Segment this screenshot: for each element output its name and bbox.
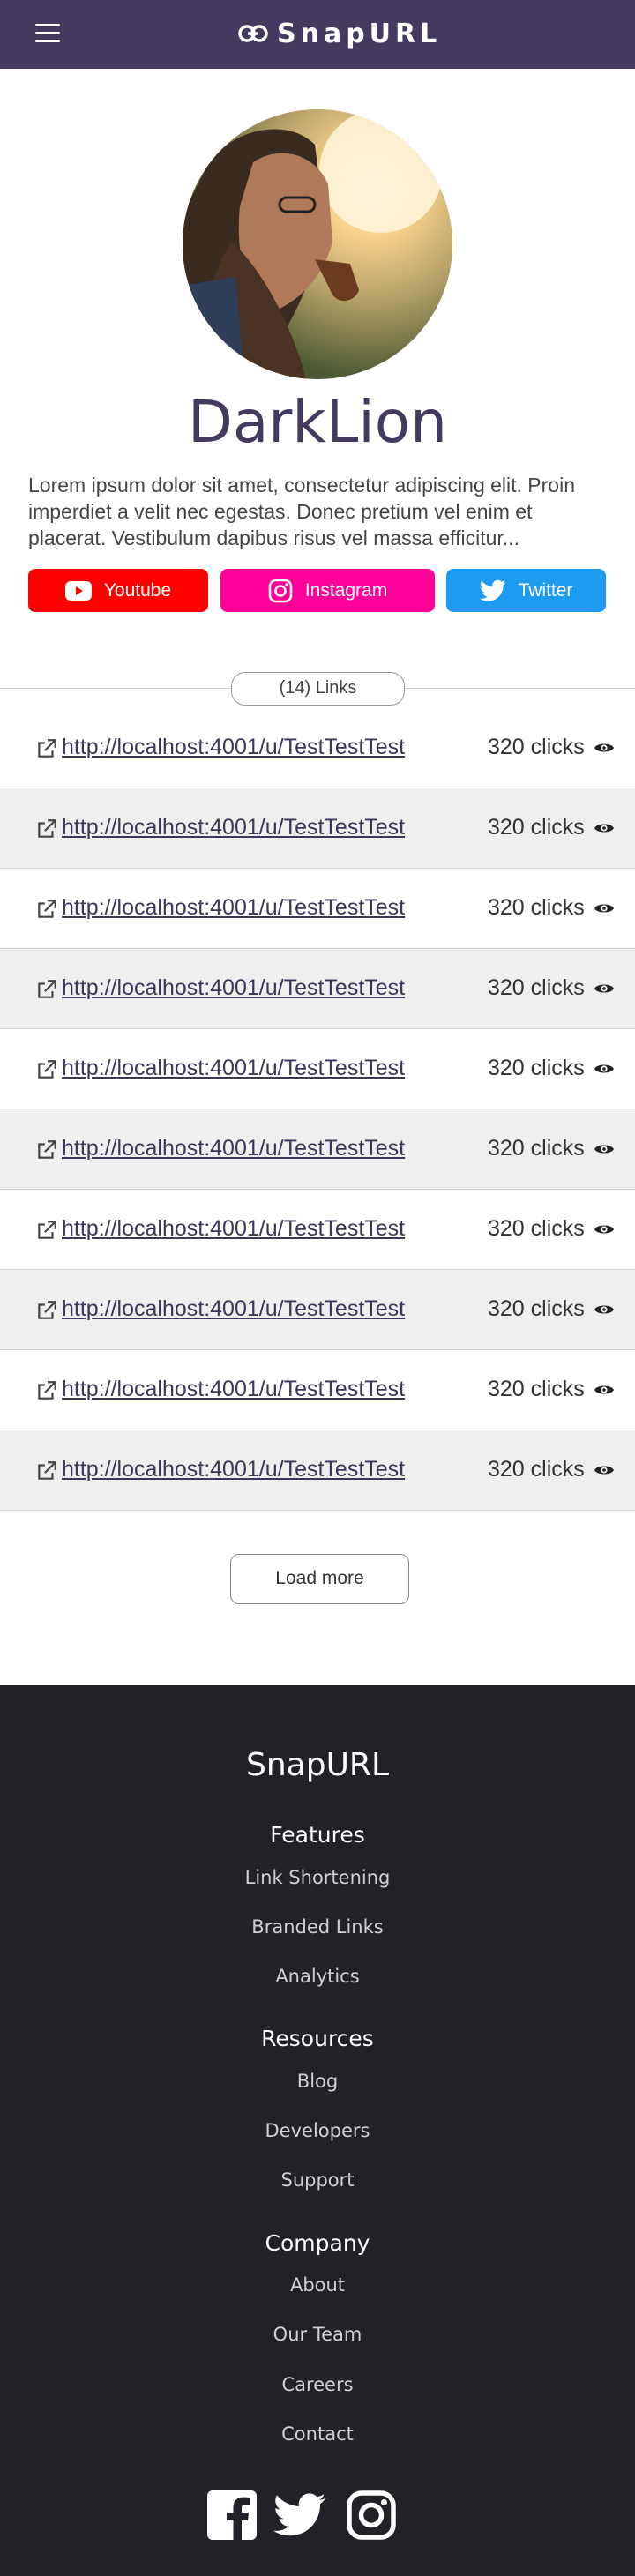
footer-link-analytics[interactable]: Analytics (0, 1966, 635, 1987)
footer-link-our-team[interactable]: Our Team (0, 2324, 635, 2345)
link-url[interactable]: http://localhost:4001/u/TestTestTest (62, 975, 405, 1001)
eye-icon (594, 1225, 614, 1234)
hamburger-menu-icon[interactable] (35, 24, 60, 43)
external-link-icon (38, 900, 56, 918)
youtube-label: Youtube (103, 579, 172, 601)
twitter-label: Twitter (518, 579, 573, 601)
link-clicks: 320 clicks (488, 895, 585, 920)
brand-name: SnapURL (277, 18, 442, 49)
profile-avatar (183, 109, 452, 379)
link-clicks: 320 clicks (488, 1457, 585, 1482)
brand-logo[interactable]: SnapURL (238, 16, 441, 51)
link-clicks: 320 clicks (488, 1056, 585, 1080)
link-row: http://localhost:4001/u/TestTestTest 320… (0, 1270, 635, 1350)
link-row: http://localhost:4001/u/TestTestTest 320… (0, 1109, 635, 1190)
link-row: http://localhost:4001/u/TestTestTest 320… (0, 949, 635, 1029)
footer-link-blog[interactable]: Blog (0, 2071, 635, 2092)
footer-link-developers[interactable]: Developers (0, 2120, 635, 2141)
twitter-icon (479, 579, 506, 601)
external-link-icon (38, 1301, 56, 1319)
eye-icon (594, 984, 614, 993)
external-link-icon (38, 739, 56, 758)
link-url[interactable]: http://localhost:4001/u/TestTestTest (62, 895, 405, 921)
profile-username: DarkLion (188, 388, 447, 456)
footer-link-link-shortening[interactable]: Link Shortening (0, 1867, 635, 1888)
link-row: http://localhost:4001/u/TestTestTest 320… (0, 788, 635, 869)
link-url[interactable]: http://localhost:4001/u/TestTestTest (62, 735, 405, 760)
twitter-button[interactable]: Twitter (446, 569, 606, 612)
youtube-icon (64, 580, 92, 601)
link-clicks: 320 clicks (488, 1216, 585, 1241)
external-link-icon (38, 1381, 56, 1400)
links-count-badge: (14) Links (231, 672, 405, 706)
eye-icon (594, 1145, 614, 1154)
external-link-icon (38, 980, 56, 998)
link-url[interactable]: http://localhost:4001/u/TestTestTest (62, 1296, 405, 1322)
instagram-label: Instagram (304, 579, 388, 601)
twitter-icon[interactable] (273, 2489, 326, 2542)
profile-bio: Lorem ipsum dolor sit amet, consectetur … (28, 474, 576, 549)
link-clicks: 320 clicks (488, 1136, 585, 1161)
eye-icon (594, 1385, 614, 1394)
footer-link-contact[interactable]: Contact (0, 2423, 635, 2445)
eye-icon (594, 1466, 614, 1475)
link-url[interactable]: http://localhost:4001/u/TestTestTest (62, 1056, 405, 1081)
footer-link-branded-links[interactable]: Branded Links (0, 1916, 635, 1938)
load-more-button[interactable]: Load more (230, 1554, 409, 1604)
youtube-button[interactable]: Youtube (28, 569, 208, 612)
external-link-icon (38, 1221, 56, 1239)
instagram-button[interactable]: Instagram (220, 569, 435, 612)
instagram-icon[interactable] (345, 2489, 398, 2542)
instagram-icon (268, 579, 293, 602)
link-row: http://localhost:4001/u/TestTestTest 320… (0, 1029, 635, 1109)
link-row: http://localhost:4001/u/TestTestTest 320… (0, 869, 635, 949)
eye-icon (594, 743, 614, 752)
footer-link-about[interactable]: About (0, 2274, 635, 2296)
link-clicks: 320 clicks (488, 1296, 585, 1321)
link-url[interactable]: http://localhost:4001/u/TestTestTest (62, 1377, 405, 1402)
eye-icon (594, 824, 614, 833)
link-row: http://localhost:4001/u/TestTestTest 320… (0, 1190, 635, 1270)
link-url[interactable]: http://localhost:4001/u/TestTestTest (62, 1457, 405, 1482)
link-url[interactable]: http://localhost:4001/u/TestTestTest (62, 815, 405, 840)
link-row: http://localhost:4001/u/TestTestTest 320… (0, 708, 635, 788)
footer-brand: SnapURL (246, 1747, 389, 1783)
footer-heading-resources: Resources (261, 2026, 374, 2051)
eye-icon (594, 1064, 614, 1073)
link-clicks: 320 clicks (488, 815, 585, 840)
link-row: http://localhost:4001/u/TestTestTest 320… (0, 1350, 635, 1430)
footer-heading-features: Features (270, 1822, 365, 1848)
eye-icon (594, 904, 614, 913)
footer-heading-company: Company (265, 2230, 370, 2256)
footer-link-careers[interactable]: Careers (0, 2374, 635, 2395)
top-navbar: SnapURL (0, 0, 635, 69)
external-link-icon (38, 1140, 56, 1159)
link-url[interactable]: http://localhost:4001/u/TestTestTest (62, 1216, 405, 1242)
link-clicks: 320 clicks (488, 975, 585, 1000)
link-url[interactable]: http://localhost:4001/u/TestTestTest (62, 1136, 405, 1161)
link-icon (238, 25, 268, 42)
external-link-icon (38, 1060, 56, 1079)
link-row: http://localhost:4001/u/TestTestTest 320… (0, 1430, 635, 1511)
link-clicks: 320 clicks (488, 735, 585, 759)
facebook-icon[interactable] (205, 2489, 258, 2542)
link-clicks: 320 clicks (488, 1377, 585, 1401)
eye-icon (594, 1305, 614, 1314)
external-link-icon (38, 819, 56, 838)
footer-link-support[interactable]: Support (0, 2169, 635, 2191)
external-link-icon (38, 1461, 56, 1480)
footer: SnapURL Features Link Shortening Branded… (0, 1685, 635, 2576)
